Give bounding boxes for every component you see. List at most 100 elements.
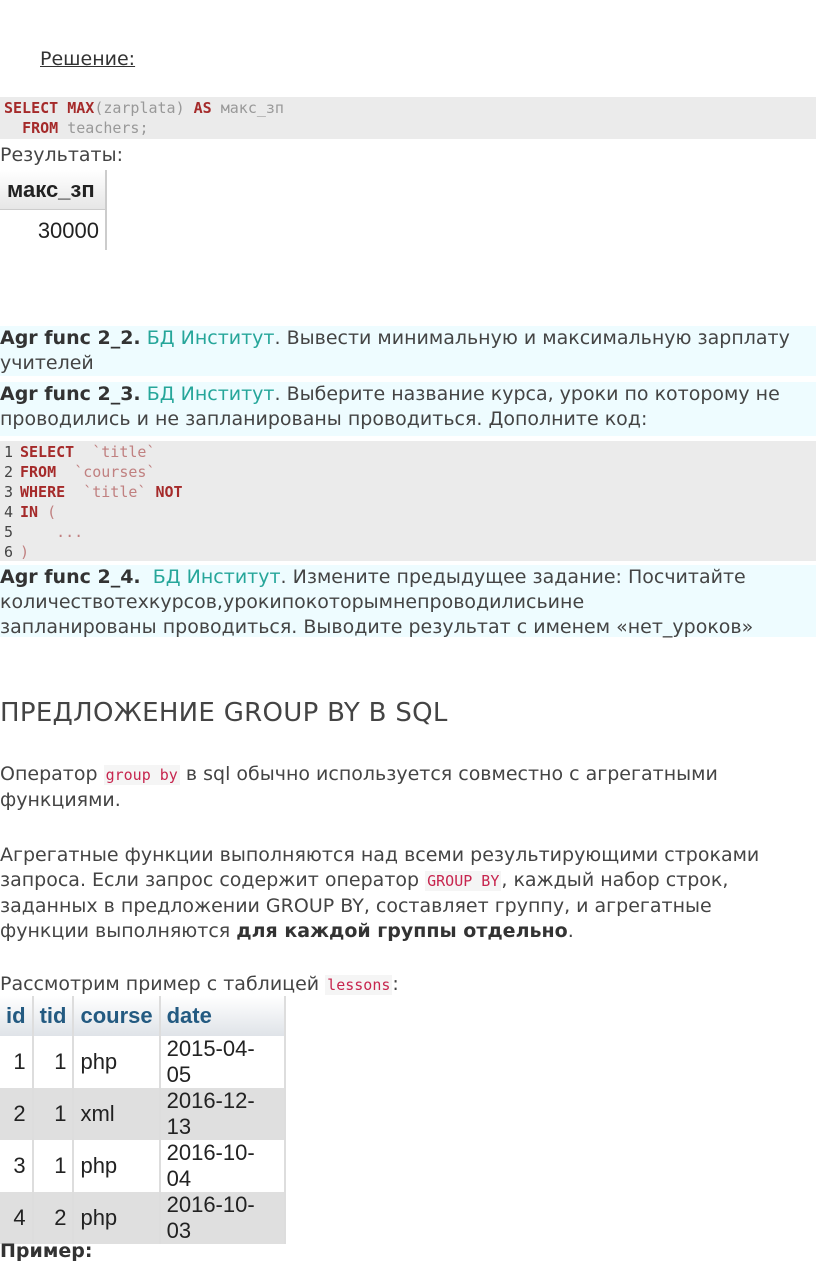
text: заданных в предложении GROUP BY, составл… [0,895,712,917]
result-table: макс_зп 30000 [0,170,107,250]
inline-code: GROUP BY [425,871,502,891]
task-text-line2: учителей [0,352,94,374]
table-cell: 1 [0,1036,34,1088]
line-number: 5 [4,523,14,541]
code-token: `title` [92,443,156,461]
line-number: 4 [4,503,14,521]
table-cell: 2016-10-03 [159,1192,287,1244]
word: по [281,591,306,613]
word: не [392,591,418,613]
table-cell: 1 [32,1140,75,1192]
text: функции выполняются [0,920,237,942]
inline-code: group by [103,765,180,785]
text: , каждый набор строк, [501,869,729,891]
table-cell: php [73,1036,161,1088]
column-header[interactable]: date [159,996,287,1036]
word: не [560,591,585,613]
code-line: IN ( [20,502,56,522]
code-line: FROM `courses` [20,462,155,482]
sql-keyword: SELECT [4,99,59,117]
word: и [547,591,561,613]
code-token: zarplata [103,99,176,117]
sql-keyword: MAX [67,99,95,117]
table-cell: php [73,1192,161,1244]
db-link[interactable]: БД Институт [147,327,275,349]
code-line: SELECT `title` [20,442,155,462]
table-cell: 1 [32,1036,75,1088]
line-number: 1 [4,443,14,461]
task-text: . Выберите название курса, уроки по кото… [274,383,780,405]
line-number: 2 [4,463,14,481]
code-line-2: FROM teachers; [4,118,149,138]
lessons-table: id tid course date 1 1 php 2015-04-05 2 1 xml 2016… [0,996,287,1244]
line-number: 3 [4,483,14,501]
column-header[interactable]: course [73,996,161,1036]
task-2-3: Agr func 2_3. БД Институт. Выберите назв… [0,382,816,436]
text: в sql обычно используется совместно с аг… [179,763,718,785]
task-text: . Измените предыдущее задание: Посчитайт… [280,566,746,588]
task-2-4: Agr func 2_4. БД Институт. Измените пред… [0,565,816,638]
table-row: 1 1 php 2015-04-05 [0,1036,287,1088]
table-cell: 2015-04-05 [159,1036,287,1088]
code-block-task: 1 SELECT `title` 2 FROM `courses` 3 WHERE `ti… [0,441,816,561]
code-line: ) [20,542,29,562]
column-header[interactable]: tid [32,996,75,1036]
code-token: макс_зп [211,99,284,117]
code-line: ... [20,522,83,542]
table-border [105,170,107,250]
table-row: 2 1 xml 2016-12-13 [0,1088,287,1140]
code-token: ... [56,523,84,541]
table-cell: 2016-10-04 [159,1140,287,1192]
code-token: ) [20,543,30,561]
table-cell: xml [73,1088,161,1140]
word: уроки [222,591,282,613]
code-token: teachers; [58,119,149,137]
task-text-line2: проводились и не запланированы проводить… [0,408,648,430]
sql-keyword: SELECT [20,443,75,461]
text: Рассмотрим пример с таблицей [0,973,326,995]
text: Агрегатные функции выполняются над всеми… [0,844,760,866]
table-row: 3 1 php 2016-10-04 [0,1140,287,1192]
task-2-2: Agr func 2_2. БД Институт. Вывести миним… [0,326,816,376]
table-cell: 2 [0,1088,34,1140]
sql-keyword: NOT [155,483,183,501]
text: : [392,973,399,995]
word: курсов, [148,591,223,613]
code-token: `courses` [74,463,156,481]
task-text: . Вывести минимальную и максимальную зар… [274,327,790,349]
table-cell: 4 [0,1192,34,1244]
table-cell: 2016-12-13 [159,1088,287,1140]
word: которым [305,591,393,613]
code-token: ( [47,503,57,521]
paragraph-aggregate: Агрегатные функции выполняются над всеми… [0,843,816,944]
code-line: WHERE `title` NOT [20,482,183,502]
task-text-line2: количествотехкурсов,урокипокоторымнепров… [0,590,816,615]
word: количество [0,591,115,613]
paragraph-lessons: Рассмотрим пример с таблицей lessons: [0,972,816,998]
column-header[interactable]: id [0,996,34,1036]
example-label: Пример: [0,1240,93,1262]
results-label: Результаты: [0,144,124,166]
solution-heading: Решение: [40,48,136,70]
sql-keyword: FROM [22,119,59,137]
result-cell: 30000 [37,218,99,243]
text: Оператор [0,763,104,785]
db-link[interactable]: БД Институт [147,383,275,405]
result-column-header: макс_зп [0,170,105,210]
code-token: `title` [83,483,147,501]
sql-keyword: FROM [20,463,57,481]
db-link[interactable]: БД Институт [153,566,281,588]
table-cell: php [73,1140,161,1192]
code-line-1: SELECT MAX(zarplata) AS макс_зп [4,98,284,118]
line-number: 6 [4,543,14,561]
table-cell: 3 [0,1140,34,1192]
paragraph-operator: Оператор group by в sql обычно используе… [0,762,816,813]
table-row: 4 2 php 2016-10-03 [0,1192,287,1244]
